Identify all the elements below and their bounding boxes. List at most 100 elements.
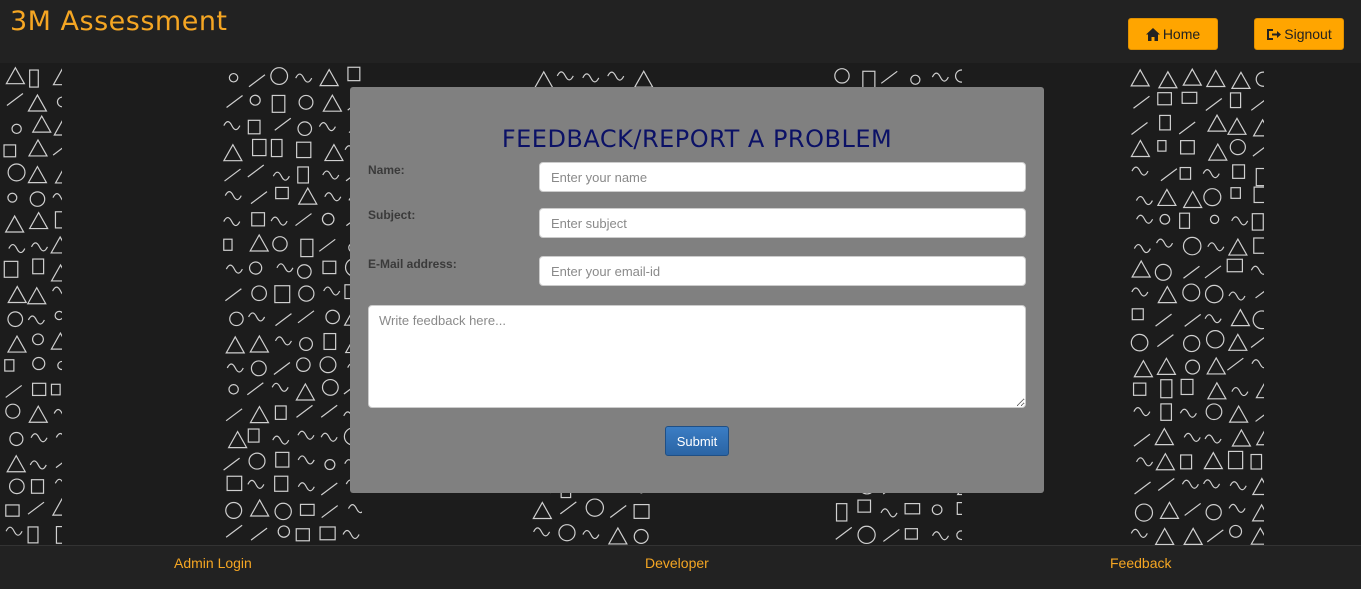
- doodle-shape: [1206, 356, 1227, 375]
- doodle-shape: [53, 120, 62, 136]
- doodle-shape: [295, 382, 316, 401]
- subject-input[interactable]: [539, 208, 1026, 238]
- doodle-shape: [1159, 213, 1171, 225]
- admin-login-link[interactable]: Admin Login: [174, 555, 252, 571]
- doodle-shape: [271, 382, 289, 392]
- doodle-shape: [250, 527, 268, 541]
- doodle-shape: [558, 524, 576, 542]
- doodle-shape: [1181, 91, 1198, 104]
- doodle-shape: [633, 503, 650, 519]
- doodle-shape: [1157, 478, 1175, 491]
- doodle-background: [0, 63, 62, 545]
- doodle-shape: [225, 524, 243, 538]
- doodle-shape: [27, 501, 45, 515]
- doodle-shape: [297, 166, 310, 184]
- doodle-shape: [249, 405, 270, 424]
- doodle-shape: [251, 212, 266, 227]
- doodle-shape: [295, 528, 310, 542]
- doodle-shape: [54, 170, 62, 184]
- doodle-shape: [1255, 71, 1264, 87]
- doodle-shape: [223, 238, 233, 251]
- doodle-shape: [223, 457, 240, 471]
- doodle-shape: [1226, 258, 1244, 273]
- home-button[interactable]: Home: [1128, 18, 1218, 50]
- email-label: E-Mail address:: [368, 257, 457, 271]
- doodle-shape: [11, 123, 22, 135]
- doodle-shape: [1252, 147, 1264, 157]
- doodle-shape: [249, 94, 261, 106]
- doodle-shape: [1156, 357, 1177, 375]
- doodle-shape: [299, 337, 314, 352]
- doodle-shape: [227, 430, 248, 449]
- feedback-link[interactable]: Feedback: [1110, 555, 1171, 571]
- doodle-shape: [323, 332, 337, 351]
- doodle-shape: [6, 454, 27, 473]
- doodle-shape: [54, 310, 62, 321]
- doodle-shape: [296, 357, 311, 373]
- doodle-background: [220, 63, 362, 545]
- doodle-shape: [274, 502, 292, 521]
- doodle-shape: [225, 501, 243, 519]
- signout-label: Signout: [1284, 26, 1332, 42]
- doodle-shape: [29, 460, 47, 470]
- doodle-shape: [1255, 382, 1264, 399]
- doodle-shape: [50, 383, 61, 396]
- doodle-shape: [7, 192, 18, 203]
- doodle-shape: [323, 286, 341, 296]
- doodle-shape: [297, 430, 315, 440]
- doodle-shape: [1160, 168, 1178, 182]
- doodle-shape: [276, 263, 294, 273]
- doodle-shape: [609, 504, 627, 518]
- doodle-shape: [1154, 527, 1175, 545]
- doodle-shape: [1182, 334, 1201, 353]
- doodle-shape: [1250, 337, 1264, 349]
- doodle-shape: [322, 260, 337, 275]
- doodle-shape: [1231, 216, 1249, 226]
- email-input[interactable]: [539, 256, 1026, 286]
- doodle-shape: [8, 478, 25, 495]
- doodle-shape: [1159, 501, 1180, 519]
- doodle-shape: [228, 384, 239, 395]
- doodle-shape: [275, 451, 290, 468]
- doodle-shape: [1204, 284, 1224, 304]
- doodle-shape: [1179, 212, 1191, 229]
- doodle-shape: [223, 121, 241, 131]
- doodle-shape: [318, 122, 336, 132]
- feedback-textarea[interactable]: [368, 305, 1026, 408]
- doodle-shape: [6, 92, 24, 106]
- doodle-shape: [298, 94, 314, 110]
- doodle-shape: [532, 501, 553, 520]
- doodle-shape: [296, 264, 312, 279]
- doodle-shape: [297, 121, 313, 137]
- doodle-shape: [27, 138, 49, 157]
- doodle-shape: [56, 96, 62, 108]
- doodle-shape: [347, 66, 361, 82]
- signout-icon: [1266, 28, 1282, 41]
- doodle-shape: [857, 499, 872, 513]
- brand-title[interactable]: 3M Assessment: [10, 6, 228, 37]
- doodle-shape: [1133, 95, 1150, 109]
- submit-button[interactable]: Submit: [665, 426, 729, 456]
- doodle-shape: [1255, 430, 1264, 446]
- home-icon: [1145, 27, 1160, 41]
- doodle-shape: [1157, 140, 1167, 152]
- doodle-shape: [1131, 121, 1148, 135]
- name-input[interactable]: [539, 162, 1026, 192]
- doodle-shape: [225, 335, 246, 354]
- doodle-shape: [275, 186, 289, 200]
- doodle-shape: [1154, 263, 1172, 281]
- doodle-shape: [1227, 237, 1248, 256]
- doodle-shape: [53, 408, 62, 415]
- doodle-shape: [931, 504, 943, 516]
- doodle-shape: [3, 144, 17, 158]
- doodle-shape: [1131, 308, 1144, 321]
- doodle-shape: [1229, 524, 1243, 538]
- doodle-shape: [272, 171, 290, 181]
- doodle-shape: [904, 503, 921, 515]
- signout-button[interactable]: Signout: [1254, 18, 1344, 50]
- doodle-shape: [52, 147, 62, 156]
- doodle-shape: [1255, 167, 1264, 187]
- subject-label: Subject:: [368, 208, 416, 222]
- doodle-shape: [28, 211, 49, 230]
- developer-link[interactable]: Developer: [645, 555, 709, 571]
